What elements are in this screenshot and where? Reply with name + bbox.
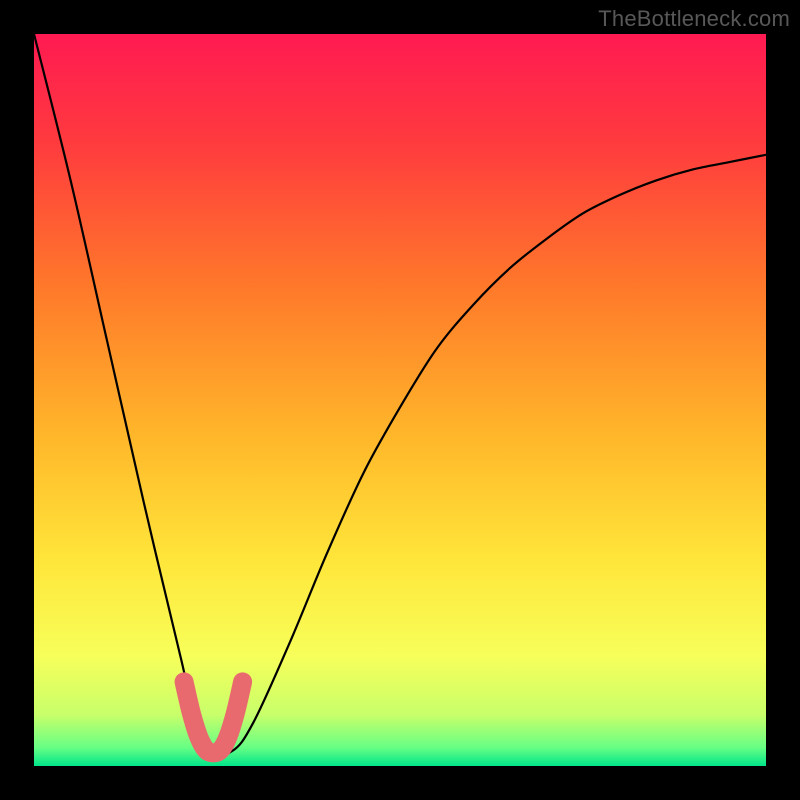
- plot-area: [34, 34, 766, 766]
- chart-frame: TheBottleneck.com: [0, 0, 800, 800]
- gradient-background: [34, 34, 766, 766]
- watermark-text: TheBottleneck.com: [598, 6, 790, 32]
- chart-svg: [34, 34, 766, 766]
